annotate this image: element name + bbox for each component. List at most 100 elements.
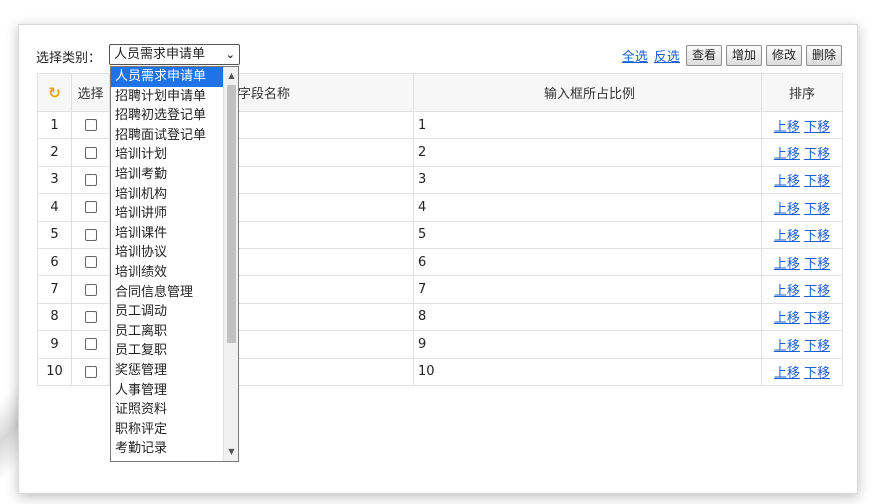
category-dropdown-list[interactable]: 人员需求申请单 招聘计划申请单 招聘初选登记单 招聘面试登记单 培训计划 培训考勤 培训机构… <box>110 66 239 462</box>
row-select-cell <box>71 330 110 359</box>
dropdown-option[interactable]: 培训协议 <box>111 243 223 263</box>
dropdown-option[interactable]: 培训绩效 <box>111 263 223 283</box>
dropdown-option[interactable]: 员工离职 <box>111 322 223 342</box>
row-select-cell <box>71 247 110 277</box>
select-all-link[interactable]: 全选 <box>622 46 648 65</box>
dropdown-option[interactable]: 奖惩管理 <box>111 361 223 381</box>
dropdown-option[interactable]: 培训课件 <box>111 224 223 244</box>
refresh-icon: ↻ <box>48 83 61 102</box>
select-header: 选择 <box>71 73 110 112</box>
row-index: 1 <box>37 110 72 140</box>
row-select-cell <box>71 357 110 386</box>
move-down-link[interactable]: 下移 <box>804 147 830 162</box>
edit-button[interactable]: 修改 <box>765 44 802 66</box>
dropdown-option[interactable]: 招聘初选登记单 <box>111 106 223 126</box>
view-button[interactable]: 查看 <box>685 44 722 66</box>
delete-button[interactable]: 删除 <box>805 44 842 66</box>
row-checkbox[interactable] <box>84 146 97 159</box>
dropdown-option[interactable]: 培训计划 <box>111 145 223 165</box>
move-up-link[interactable]: 上移 <box>774 174 800 189</box>
move-up-link[interactable]: 上移 <box>774 202 800 217</box>
move-up-link[interactable]: 上移 <box>774 339 800 354</box>
row-checkbox[interactable] <box>84 119 97 132</box>
row-checkbox[interactable] <box>84 338 97 351</box>
move-down-link[interactable]: 下移 <box>804 339 830 354</box>
ratio-cell: 7 <box>413 275 762 304</box>
move-up-link[interactable]: 上移 <box>774 120 800 135</box>
move-down-link[interactable]: 下移 <box>804 202 830 217</box>
sort-cell: 上移 下移 <box>761 193 843 222</box>
dropdown-option[interactable]: 招聘计划申请单 <box>111 87 223 107</box>
ratio-cell: 6 <box>413 247 762 277</box>
sort-cell: 上移 下移 <box>761 138 843 167</box>
dropdown-option[interactable]: 培训机构 <box>111 185 223 205</box>
move-down-link[interactable]: 下移 <box>804 257 830 272</box>
category-select[interactable]: 人员需求申请单 ⌄ <box>109 44 240 65</box>
dropdown-scrollbar[interactable]: ▲ ▼ <box>223 67 238 461</box>
dropdown-option[interactable]: 考勤记录 <box>111 439 223 459</box>
move-down-link[interactable]: 下移 <box>804 174 830 189</box>
sort-cell: 上移 下移 <box>761 275 843 304</box>
refresh-header[interactable]: ↻ <box>37 73 72 112</box>
add-button[interactable]: 增加 <box>725 44 762 66</box>
dropdown-option[interactable]: 员工复职 <box>111 341 223 361</box>
move-down-link[interactable]: 下移 <box>804 284 830 299</box>
row-select-cell <box>71 138 110 167</box>
move-down-link[interactable]: 下移 <box>804 366 830 381</box>
ratio-cell: 10 <box>413 357 762 386</box>
dropdown-option[interactable]: 合同信息管理 <box>111 283 223 303</box>
move-up-link[interactable]: 上移 <box>774 229 800 244</box>
row-index: 10 <box>37 357 72 386</box>
ratio-header: 输入框所占比例 <box>413 73 762 112</box>
ratio-cell: 4 <box>413 193 762 222</box>
invert-selection-link[interactable]: 反选 <box>654 46 680 65</box>
dropdown-option[interactable]: 员工调动 <box>111 302 223 322</box>
row-checkbox[interactable] <box>84 228 97 241</box>
row-select-cell <box>71 193 110 222</box>
row-checkbox[interactable] <box>84 256 97 269</box>
dropdown-options: 人员需求申请单 招聘计划申请单 招聘初选登记单 招聘面试登记单 培训计划 培训考勤 培训机构… <box>111 67 223 459</box>
ratio-cell: 3 <box>413 165 762 195</box>
ratio-cell: 5 <box>413 220 762 249</box>
move-down-link[interactable]: 下移 <box>804 229 830 244</box>
row-index: 2 <box>37 138 72 167</box>
row-select-cell <box>71 165 110 195</box>
move-up-link[interactable]: 上移 <box>774 147 800 162</box>
row-index: 5 <box>37 220 72 249</box>
scroll-down-icon[interactable]: ▼ <box>224 445 238 459</box>
row-index: 4 <box>37 193 72 222</box>
row-select-cell <box>71 275 110 304</box>
dropdown-option[interactable]: 证照资料 <box>111 400 223 420</box>
row-index: 7 <box>37 275 72 304</box>
move-down-link[interactable]: 下移 <box>804 311 830 326</box>
dropdown-option[interactable]: 招聘面试登记单 <box>111 126 223 146</box>
sort-cell: 上移 下移 <box>761 165 843 195</box>
dropdown-option[interactable]: 人员需求申请单 <box>111 67 223 87</box>
move-up-link[interactable]: 上移 <box>774 311 800 326</box>
sort-cell: 上移 下移 <box>761 247 843 277</box>
dropdown-option[interactable]: 人事管理 <box>111 381 223 401</box>
category-select-value: 人员需求申请单 <box>114 47 206 62</box>
sort-cell: 上移 下移 <box>761 302 843 332</box>
row-checkbox[interactable] <box>84 283 97 296</box>
dropdown-option[interactable]: 职称评定 <box>111 420 223 440</box>
row-select-cell <box>71 302 110 332</box>
row-index: 8 <box>37 302 72 332</box>
row-checkbox[interactable] <box>84 201 97 214</box>
scroll-thumb[interactable] <box>227 85 236 343</box>
ratio-cell: 2 <box>413 138 762 167</box>
sort-cell: 上移 下移 <box>761 110 843 140</box>
move-down-link[interactable]: 下移 <box>804 120 830 135</box>
toolbar-actions: 全选 反选 查看 增加 修改 删除 <box>622 44 842 66</box>
toolbar: 选择类别： 人员需求申请单 ⌄ 全选 反选 查看 增加 修改 删除 <box>36 44 842 68</box>
row-checkbox[interactable] <box>84 365 97 378</box>
row-checkbox[interactable] <box>84 310 97 323</box>
dropdown-option[interactable]: 培训考勤 <box>111 165 223 185</box>
scroll-up-icon[interactable]: ▲ <box>224 69 238 83</box>
move-up-link[interactable]: 上移 <box>774 257 800 272</box>
move-up-link[interactable]: 上移 <box>774 366 800 381</box>
row-checkbox[interactable] <box>84 173 97 186</box>
move-up-link[interactable]: 上移 <box>774 284 800 299</box>
dropdown-option[interactable]: 培训讲师 <box>111 204 223 224</box>
row-select-cell <box>71 220 110 249</box>
